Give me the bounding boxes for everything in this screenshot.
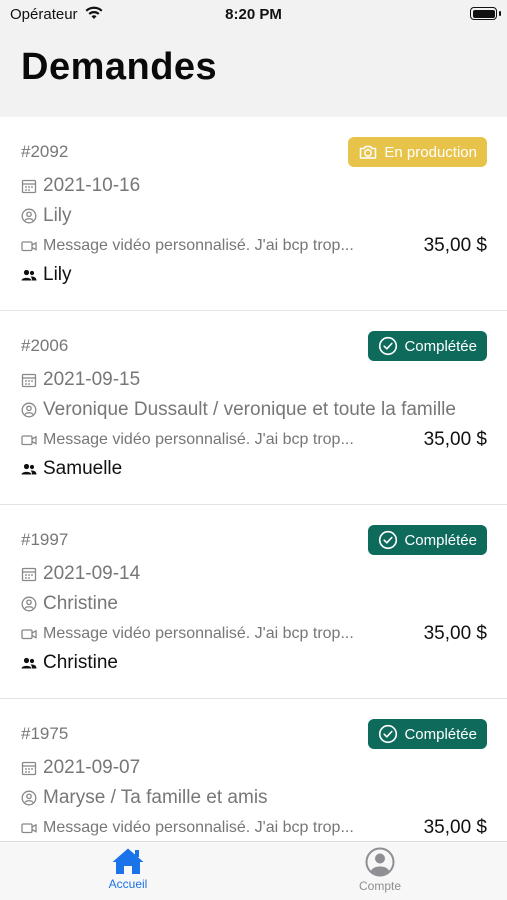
client-name: Lily bbox=[43, 205, 72, 226]
user-circle-icon bbox=[21, 790, 37, 806]
request-card[interactable]: #1997 Complétée 2021-09-14 Christine Mes… bbox=[0, 505, 507, 699]
price: 35,00 $ bbox=[423, 429, 487, 450]
status-label: Complétée bbox=[404, 337, 477, 355]
status-label: En production bbox=[384, 143, 477, 161]
tab-bar: Accueil Compte bbox=[0, 841, 507, 900]
message-row: Message vidéo personnalisé. J'ai bcp tro… bbox=[21, 625, 401, 643]
status-badge: Complétée bbox=[368, 331, 487, 361]
price: 35,00 $ bbox=[423, 235, 487, 256]
message-row: Message vidéo personnalisé. J'ai bcp tro… bbox=[21, 431, 401, 449]
request-card[interactable]: #1975 Complétée 2021-09-07 Maryse / Ta f… bbox=[0, 699, 507, 841]
group-icon bbox=[21, 657, 37, 669]
order-number: #1997 bbox=[21, 530, 69, 549]
date-row: 2021-09-15 bbox=[21, 369, 140, 391]
video-icon bbox=[21, 629, 37, 640]
calendar-icon bbox=[21, 761, 37, 776]
client-name: Veronique Dussault / veronique et toute … bbox=[43, 399, 456, 420]
battery-tip bbox=[499, 11, 501, 16]
message-row: Message vidéo personnalisé. J'ai bcp tro… bbox=[21, 819, 401, 837]
video-icon bbox=[21, 823, 37, 834]
order-number: #1975 bbox=[21, 724, 69, 743]
request-card[interactable]: #2006 Complétée 2021-09-15 Veronique Dus… bbox=[0, 311, 507, 505]
order-number: #2092 bbox=[21, 142, 69, 161]
check-circle-icon bbox=[379, 530, 398, 550]
recipient-row: Lily bbox=[21, 264, 72, 286]
client-row: Lily bbox=[21, 205, 72, 227]
check-circle-icon bbox=[379, 336, 398, 356]
page-header: Demandes bbox=[0, 30, 507, 117]
user-circle-icon bbox=[21, 596, 37, 612]
home-icon bbox=[112, 848, 144, 874]
message-preview: Message vidéo personnalisé. J'ai bcp tro… bbox=[43, 625, 354, 642]
date-row: 2021-09-07 bbox=[21, 757, 140, 779]
order-number: #2006 bbox=[21, 336, 69, 355]
request-card[interactable]: #2092 En production 2021-10-16 Lily Mess… bbox=[0, 117, 507, 311]
calendar-icon bbox=[21, 179, 37, 194]
client-row: Veronique Dussault / veronique et toute … bbox=[21, 399, 456, 421]
calendar-icon bbox=[21, 373, 37, 388]
battery-icon bbox=[470, 7, 497, 20]
price: 35,00 $ bbox=[423, 623, 487, 644]
price: 35,00 $ bbox=[423, 817, 487, 838]
client-row: Maryse / Ta famille et amis bbox=[21, 787, 268, 809]
client-name: Christine bbox=[43, 593, 118, 614]
account-icon bbox=[365, 847, 395, 877]
recipient-row: Christine bbox=[21, 652, 118, 674]
client-row: Christine bbox=[21, 593, 118, 615]
tab-account[interactable]: Compte bbox=[320, 847, 440, 893]
message-preview: Message vidéo personnalisé. J'ai bcp tro… bbox=[43, 237, 354, 254]
recipient-row: Samuelle bbox=[21, 458, 122, 480]
calendar-icon bbox=[21, 567, 37, 582]
user-circle-icon bbox=[21, 402, 37, 418]
date-row: 2021-09-14 bbox=[21, 563, 140, 585]
tab-account-label: Compte bbox=[358, 879, 402, 893]
video-icon bbox=[21, 435, 37, 446]
status-badge: En production bbox=[348, 137, 487, 167]
check-circle-icon bbox=[379, 724, 398, 744]
message-row: Message vidéo personnalisé. J'ai bcp tro… bbox=[21, 237, 401, 255]
status-label: Complétée bbox=[404, 725, 477, 743]
message-preview: Message vidéo personnalisé. J'ai bcp tro… bbox=[43, 819, 354, 836]
status-badge: Complétée bbox=[368, 525, 487, 555]
client-name: Maryse / Ta famille et amis bbox=[43, 787, 268, 808]
tab-home[interactable]: Accueil bbox=[68, 847, 188, 891]
status-label: Complétée bbox=[404, 531, 477, 549]
recipient-name: Samuelle bbox=[43, 458, 123, 479]
group-icon bbox=[21, 269, 37, 281]
group-icon bbox=[21, 463, 37, 475]
request-date: 2021-09-15 bbox=[43, 369, 141, 390]
user-circle-icon bbox=[21, 208, 37, 224]
request-date: 2021-09-07 bbox=[43, 757, 141, 778]
status-badge: Complétée bbox=[368, 719, 487, 749]
recipient-name: Lily bbox=[43, 264, 72, 285]
date-row: 2021-10-16 bbox=[21, 175, 140, 197]
request-date: 2021-10-16 bbox=[43, 175, 141, 196]
clock: 8:20 PM bbox=[225, 6, 282, 23]
message-preview: Message vidéo personnalisé. J'ai bcp tro… bbox=[43, 431, 354, 448]
request-date: 2021-09-14 bbox=[43, 563, 141, 584]
status-bar: Opérateur 8:20 PM bbox=[0, 0, 507, 30]
page-title: Demandes bbox=[21, 46, 218, 88]
video-icon bbox=[21, 241, 37, 252]
camera-icon bbox=[360, 145, 377, 159]
recipient-name: Christine bbox=[43, 652, 118, 673]
tab-home-label: Accueil bbox=[108, 877, 148, 891]
request-list[interactable]: #2092 En production 2021-10-16 Lily Mess… bbox=[0, 117, 507, 841]
